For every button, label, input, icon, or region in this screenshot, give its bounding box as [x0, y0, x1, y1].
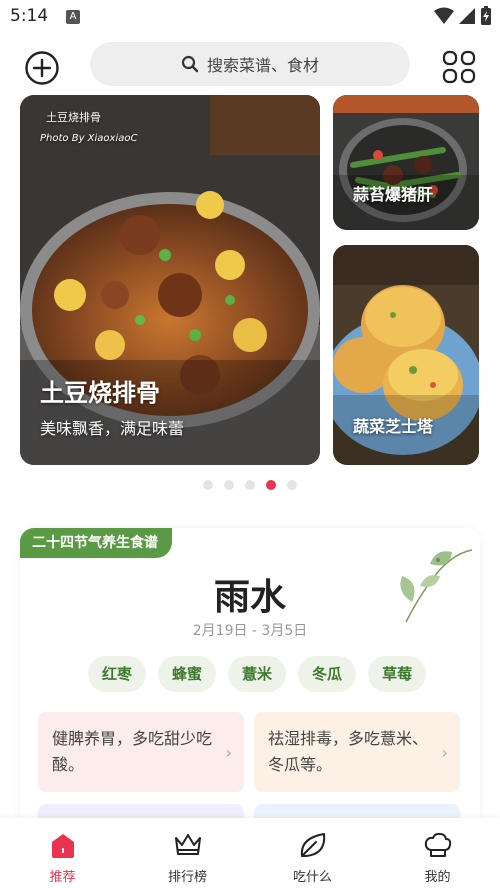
- status-time: 5:14: [10, 6, 49, 26]
- banner-main-subtitle: 美味飘香，满足味蕾: [40, 419, 185, 438]
- chevron-right-icon: ›: [441, 743, 448, 762]
- food-chip[interactable]: 冬瓜: [298, 656, 357, 692]
- nav-label: 吃什么: [292, 870, 332, 885]
- carousel-dot[interactable]: [266, 480, 276, 490]
- crown-icon: [174, 834, 201, 855]
- food-chips: 红枣 蜂蜜 薏米 冬瓜 草莓: [88, 656, 427, 692]
- banner-side-card-bottom[interactable]: 蔬菜芝士塔: [333, 245, 479, 465]
- banner-photo-credit: Photo By XiaoxiaoC: [40, 133, 138, 144]
- status-icons: [434, 6, 492, 26]
- nav-item-recommend[interactable]: 推荐: [0, 818, 125, 888]
- banner-side-bottom-title: 蔬菜芝士塔: [353, 417, 434, 436]
- add-icon[interactable]: [24, 50, 60, 86]
- carousel-dot[interactable]: [203, 480, 213, 490]
- health-tip-text: 祛湿排毒，多吃薏米、冬瓜等。: [268, 729, 429, 774]
- food-chip[interactable]: 蜂蜜: [158, 656, 217, 692]
- carousel-dot[interactable]: [245, 480, 255, 490]
- nav-label: 排行榜: [167, 870, 207, 885]
- solar-term-name: 雨水: [213, 577, 286, 618]
- nav-item-ranking[interactable]: 排行榜: [125, 818, 250, 888]
- bottom-nav: 推荐 排行榜 吃什么 我的: [0, 818, 500, 888]
- search-placeholder: 搜索菜谱、食材: [206, 56, 319, 75]
- solar-term-tag: 二十四节气养生食谱: [20, 528, 172, 558]
- notification-icon: A: [66, 10, 80, 24]
- carousel-indicator: [0, 480, 500, 490]
- home-icon: [51, 834, 74, 858]
- top-bar: 搜索菜谱、食材: [0, 36, 500, 92]
- banner-main-photo: [20, 95, 320, 465]
- leaf-icon: [300, 833, 325, 857]
- banner-side-card-top[interactable]: 蒜苔爆猪肝: [333, 95, 479, 230]
- nav-item-what-to-eat[interactable]: 吃什么: [250, 818, 375, 888]
- chef-hat-icon: [424, 832, 451, 857]
- nav-item-mine[interactable]: 我的: [375, 818, 500, 888]
- search-icon: [181, 55, 199, 73]
- banner-carousel[interactable]: 土豆烧排骨 Photo By XiaoxiaoC 土豆烧排骨 美味飘香，满足味蕾…: [0, 95, 500, 465]
- chevron-right-icon: ›: [225, 743, 232, 762]
- health-tip-text: 健脾养胃，多吃甜少吃酸。: [52, 729, 213, 774]
- banner-photo-caption: 土豆烧排骨: [46, 111, 101, 124]
- solar-term-date: 2月19日 - 3月5日: [192, 623, 308, 639]
- banner-side-top-photo: [333, 95, 479, 230]
- health-tip-card[interactable]: 祛湿排毒，多吃薏米、冬瓜等。 ›: [254, 712, 460, 792]
- food-chip[interactable]: 薏米: [228, 656, 287, 692]
- wifi-icon: [434, 7, 454, 24]
- category-grid-icon[interactable]: [442, 50, 476, 84]
- nav-label: 推荐: [49, 870, 76, 885]
- nav-label: 我的: [424, 870, 451, 885]
- carousel-dot[interactable]: [287, 480, 297, 490]
- status-bar: 5:14 A: [0, 0, 500, 36]
- carousel-dot[interactable]: [224, 480, 234, 490]
- battery-icon: [481, 6, 491, 25]
- health-tip-card[interactable]: 健脾养胃，多吃甜少吃酸。 ›: [38, 712, 244, 792]
- banner-main-card[interactable]: 土豆烧排骨 Photo By XiaoxiaoC 土豆烧排骨 美味飘香，满足味蕾: [20, 95, 320, 465]
- search-input[interactable]: 搜索菜谱、食材: [90, 42, 410, 86]
- food-chip[interactable]: 红枣: [88, 656, 147, 692]
- solar-term-card[interactable]: 二十四节气养生食谱 雨水 2月19日 - 3月5日 红枣 蜂蜜 薏米 冬瓜 草莓…: [20, 528, 480, 828]
- signal-icon: [459, 8, 475, 24]
- food-chip[interactable]: 草莓: [368, 656, 427, 692]
- banner-side-top-title: 蒜苔爆猪肝: [353, 185, 434, 204]
- banner-main-title: 土豆烧排骨: [40, 379, 160, 407]
